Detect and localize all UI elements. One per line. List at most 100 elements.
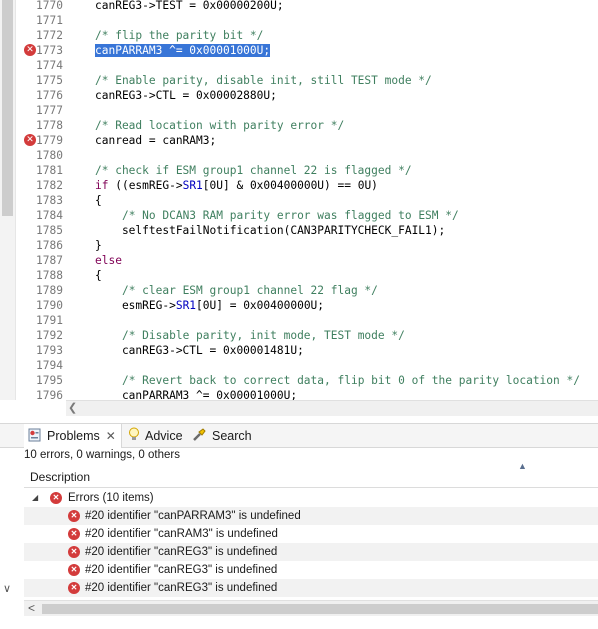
- code-text: /* check if ESM group1 channel 22 is fla…: [95, 163, 412, 178]
- code-token: /* clear ESM group1 channel 22 flag */: [121, 284, 378, 297]
- code-line[interactable]: 1793 canREG3->CTL = 0x00001481U;: [0, 343, 598, 358]
- problems-horizontal-scrollbar[interactable]: <: [24, 600, 598, 616]
- code-line[interactable]: 1778 /* Read location with parity error *…: [0, 118, 598, 133]
- line-number: 1779: [36, 134, 63, 147]
- code-token: SR1: [182, 179, 203, 192]
- code-line[interactable]: 1777: [0, 103, 598, 118]
- error-group-row[interactable]: ◢ ✕ Errors (10 items): [24, 489, 598, 507]
- code-token: /* Read location with parity error */: [95, 119, 345, 132]
- code-line[interactable]: 1790 esmREG->SR1[0U] = 0x00400000U;: [0, 298, 598, 313]
- code-line[interactable]: 1787 else: [0, 253, 598, 268]
- code-line[interactable]: 1788 {: [0, 268, 598, 283]
- code-line[interactable]: 1775 /* Enable parity, disable init, stil…: [0, 73, 598, 88]
- problem-row[interactable]: ✕ #20 identifier "canPARRAM3" is undefine…: [24, 507, 598, 525]
- code-line[interactable]: 1784 /* No DCAN3 RAM parity error was fl…: [0, 208, 598, 223]
- code-line[interactable]: 1772 /* flip the parity bit */: [0, 28, 598, 43]
- line-number: 1782: [36, 179, 63, 192]
- tab-advice[interactable]: Advice: [128, 424, 183, 448]
- code-text: /* clear ESM group1 channel 22 flag */: [95, 283, 378, 298]
- problem-description: #20 identifier "canREG3" is undefined: [85, 564, 278, 576]
- code-token: canREG3->CTL = 0x00002880U;: [95, 89, 277, 102]
- code-token: else: [95, 254, 122, 267]
- code-line[interactable]: 1774: [0, 58, 598, 73]
- line-number: 1791: [36, 314, 63, 327]
- sort-caret-icon: ▲: [518, 461, 527, 471]
- line-number: 1771: [36, 14, 63, 27]
- code-token: [0U] & 0x00400000U) == 0U): [202, 179, 378, 192]
- close-icon[interactable]: ✕: [106, 429, 116, 443]
- code-line[interactable]: 1785 selftestFailNotification(CAN3PARITY…: [0, 223, 598, 238]
- code-token: /* Revert back to correct data, flip bit…: [121, 374, 580, 387]
- code-token: canPARRAM3 ^= 0x00001000U;: [95, 389, 298, 400]
- code-text: if ((esmREG->SR1[0U] & 0x00400000U) == 0…: [95, 178, 378, 193]
- tab-label: Search: [212, 429, 252, 443]
- problem-description: #20 identifier "canREG3" is undefined: [85, 546, 278, 558]
- line-number: 1793: [36, 344, 63, 357]
- problem-row[interactable]: ✕ #20 identifier "canREG3" is undefined: [24, 561, 598, 579]
- flashlight-search-icon: [192, 427, 207, 445]
- problem-row[interactable]: ✕ #20 identifier "canREG3" is undefined: [24, 543, 598, 561]
- tab-problems[interactable]: Problems ✕: [24, 424, 122, 448]
- view-tab-bar: Problems ✕ Advice Search: [0, 423, 598, 448]
- code-token: canread = canRAM3;: [95, 134, 217, 147]
- code-line[interactable]: 1794: [0, 358, 598, 373]
- code-token: /* flip the parity bit */: [95, 29, 264, 42]
- scrollbar-thumb[interactable]: [42, 604, 598, 614]
- code-line[interactable]: 1789 /* clear ESM group1 channel 22 flag…: [0, 283, 598, 298]
- problem-description: #20 identifier "canREG3" is undefined: [85, 582, 278, 594]
- code-editor[interactable]: 1770 canREG3->TEST = 0x00000200U; 1771 1772…: [0, 0, 598, 400]
- code-text: canPARRAM3 ^= 0x00001000U;: [95, 388, 297, 400]
- code-line[interactable]: 1776 canREG3->CTL = 0x00002880U;: [0, 88, 598, 103]
- code-text: esmREG->SR1[0U] = 0x00400000U;: [95, 298, 324, 313]
- scroll-left-icon[interactable]: <: [28, 601, 35, 616]
- code-token: {: [95, 269, 102, 282]
- code-line[interactable]: 1771: [0, 13, 598, 28]
- code-line[interactable]: 1782 if ((esmREG->SR1[0U] & 0x00400000U) …: [0, 178, 598, 193]
- line-number: 1789: [36, 284, 63, 297]
- tab-search[interactable]: Search: [192, 424, 252, 448]
- code-line[interactable]: 1792 /* Disable parity, init mode, TEST …: [0, 328, 598, 343]
- line-number: 1787: [36, 254, 63, 267]
- code-token: selftestFailNotification(CAN3PARITYCHECK…: [95, 224, 446, 237]
- code-line[interactable]: 1795 /* Revert back to correct data, fli…: [0, 373, 598, 388]
- code-line[interactable]: 1781 /* check if ESM group1 channel 22 is…: [0, 163, 598, 178]
- code-line[interactable]: 1780: [0, 148, 598, 163]
- editor-horizontal-scrollbar[interactable]: ❮: [66, 400, 598, 416]
- line-number: 1780: [36, 149, 63, 162]
- code-line[interactable]: 1791: [0, 313, 598, 328]
- code-line[interactable]: 1796 canPARRAM3 ^= 0x00001000U;: [0, 388, 598, 400]
- problems-summary: 10 errors, 0 warnings, 0 others: [24, 449, 180, 461]
- error-icon: ✕: [68, 546, 80, 558]
- problems-icon: [28, 428, 42, 445]
- error-icon: ✕: [68, 582, 80, 594]
- error-marker-icon[interactable]: ✕: [24, 44, 36, 56]
- code-text: /* Disable parity, init mode, TEST mode …: [95, 328, 405, 343]
- code-line[interactable]: 1783 {: [0, 193, 598, 208]
- code-line[interactable]: ✕ 1779 canread = canRAM3;: [0, 133, 598, 148]
- problem-row[interactable]: ✕ #20 identifier "canREG3" is undefined: [24, 579, 598, 597]
- line-number: 1786: [36, 239, 63, 252]
- scroll-left-icon[interactable]: ❮: [68, 401, 77, 416]
- code-line[interactable]: 1786}: [0, 238, 598, 253]
- code-text: /* flip the parity bit */: [95, 28, 263, 43]
- line-number: 1783: [36, 194, 63, 207]
- code-text: {: [95, 268, 102, 283]
- expand-triangle-icon[interactable]: ◢: [32, 489, 38, 507]
- error-icon: ✕: [68, 528, 80, 540]
- column-header-description[interactable]: Description ▲: [24, 461, 598, 488]
- code-line[interactable]: ✕ 1773 canPARRAM3 ^= 0x00001000U;: [0, 43, 598, 58]
- code-line[interactable]: 1770 canREG3->TEST = 0x00000200U;: [0, 0, 598, 13]
- code-token: {: [95, 194, 102, 207]
- line-number: 1790: [36, 299, 63, 312]
- code-text: canPARRAM3 ^= 0x00001000U;: [95, 43, 271, 58]
- line-number: 1785: [36, 224, 63, 237]
- line-number: 1777: [36, 104, 63, 117]
- chevron-down-icon[interactable]: ∨: [3, 582, 11, 595]
- error-marker-icon[interactable]: ✕: [24, 134, 36, 146]
- tab-label: Advice: [145, 429, 183, 443]
- line-number: 1778: [36, 119, 63, 132]
- problem-row[interactable]: ✕ #20 identifier "canRAM3" is undefined: [24, 525, 598, 543]
- line-number: 1781: [36, 164, 63, 177]
